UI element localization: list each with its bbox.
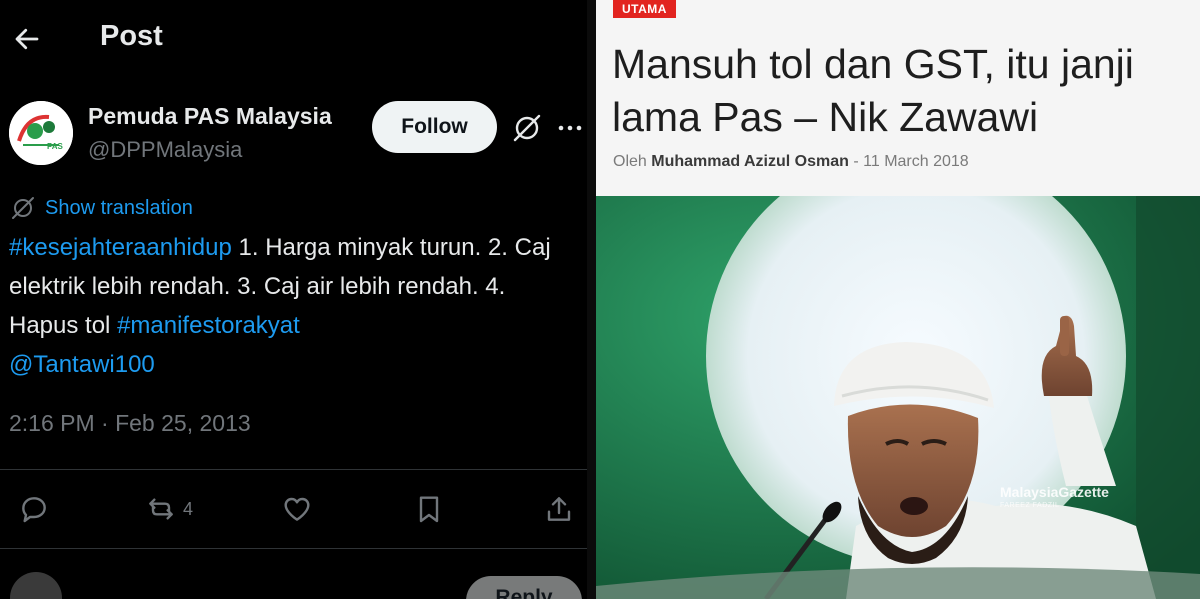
author-display-name[interactable]: Pemuda PAS Malaysia xyxy=(88,103,332,130)
photo-credit: FAREEZ FADZIL xyxy=(1000,502,1060,509)
retweet-count: 4 xyxy=(183,498,194,519)
byline-author[interactable]: Muhammad Azizul Osman xyxy=(651,153,849,170)
byline-separator: - xyxy=(853,153,859,170)
article-photo: MalaysiaGazette FAREEZ FADZIL xyxy=(596,196,1200,599)
article-header: UTAMA Mansuh tol dan GST, itu janji lama… xyxy=(596,0,1200,196)
translate-icon xyxy=(12,197,34,219)
byline-prefix: Oleh xyxy=(613,153,647,170)
divider xyxy=(0,469,587,470)
divider xyxy=(0,548,587,549)
share-icon xyxy=(547,497,571,521)
byline-date: 11 March 2018 xyxy=(863,153,969,170)
back-arrow-icon[interactable] xyxy=(12,24,42,54)
grok-icon[interactable] xyxy=(511,112,543,144)
show-translation-link[interactable]: Show translation xyxy=(10,195,193,221)
reply-button[interactable] xyxy=(18,489,50,529)
category-badge[interactable]: UTAMA xyxy=(613,0,676,18)
tweet-timestamp[interactable]: 2:16 PM · Feb 25, 2013 xyxy=(9,410,251,437)
tweet-text: #kesejahteraanhidup 1. Harga minyak turu… xyxy=(9,228,579,384)
share-button[interactable] xyxy=(543,489,575,529)
tweet-panel: Post PAS Pemuda PAS Malaysia @DPPMalaysi… xyxy=(0,0,587,599)
user-avatar xyxy=(10,572,62,599)
pas-logo-icon: PAS xyxy=(9,101,73,165)
article-byline: Oleh Muhammad Azizul Osman - 11 March 20… xyxy=(613,153,969,171)
follow-button[interactable]: Follow xyxy=(372,101,497,153)
reply-icon xyxy=(22,497,46,523)
avatar[interactable]: PAS xyxy=(9,101,73,165)
reply-submit-button[interactable]: Reply xyxy=(466,576,582,599)
svg-text:PAS: PAS xyxy=(47,142,64,151)
speaker-photo xyxy=(596,196,1200,599)
show-translation-label: Show translation xyxy=(45,196,193,219)
photo-watermark: MalaysiaGazette xyxy=(1000,484,1109,500)
news-article-panel: UTAMA Mansuh tol dan GST, itu janji lama… xyxy=(596,0,1200,599)
panel-divider xyxy=(587,0,596,599)
hashtag-link[interactable]: #manifestorakyat xyxy=(117,312,300,339)
mention-link[interactable]: @Tantawi100 xyxy=(9,351,155,378)
retweet-button[interactable]: 4 xyxy=(145,489,193,529)
article-headline: Mansuh tol dan GST, itu janji lama Pas –… xyxy=(612,41,1134,140)
retweet-icon xyxy=(149,498,173,520)
page-title: Post xyxy=(100,20,163,52)
like-button[interactable] xyxy=(281,489,313,529)
author-handle[interactable]: @DPPMalaysia xyxy=(88,137,242,163)
hashtag-link[interactable]: #kesejahteraanhidup xyxy=(9,234,232,261)
bookmark-icon xyxy=(419,496,439,523)
more-icon[interactable] xyxy=(556,114,584,142)
like-icon xyxy=(284,497,310,521)
bookmark-button[interactable] xyxy=(413,489,445,529)
